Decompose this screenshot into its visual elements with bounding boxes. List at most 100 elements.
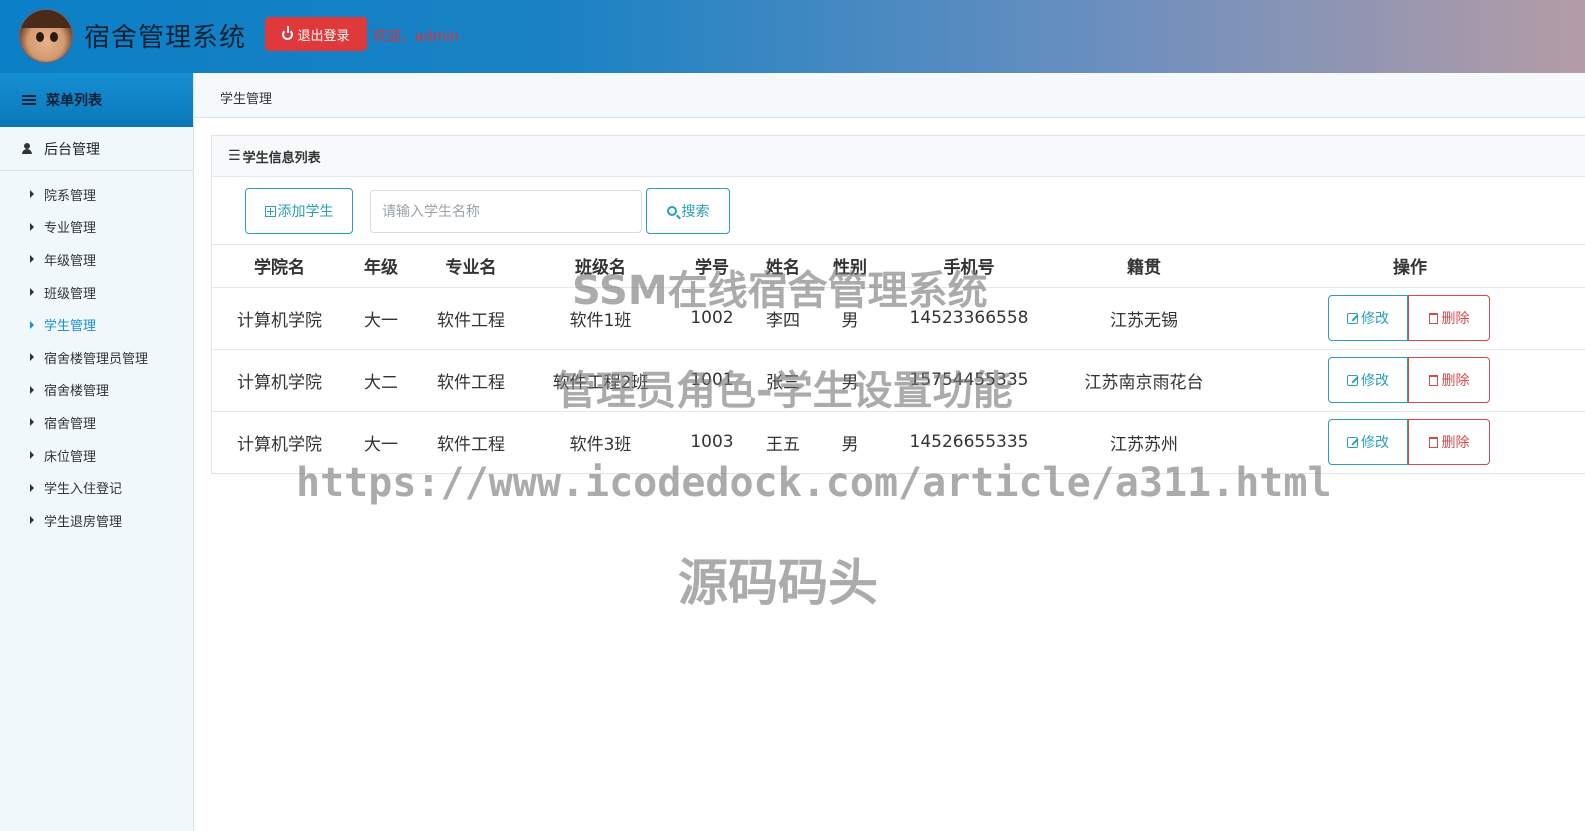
menu-list-title: 菜单列表 xyxy=(46,93,102,109)
table-cell: 男 xyxy=(816,349,884,412)
column-header: 手机号 xyxy=(884,245,1054,288)
sidebar-item-label: 学生入住登记 xyxy=(44,482,123,498)
sidebar-item-label: 宿舍楼管理员管理 xyxy=(44,351,149,367)
table-cell: 软件工程 xyxy=(415,349,527,412)
table-body: 计算机学院 大一 软件工程 软件1班 1002 李四男 14523366558 江苏无锡 修改删… xyxy=(212,287,1585,473)
table-cell: 江苏南京雨花台 xyxy=(1054,349,1234,412)
table-cell: 软件1班 xyxy=(527,287,674,350)
sidebar-item-label: 专业管理 xyxy=(44,221,97,237)
caret-right-icon xyxy=(30,190,34,199)
table-cell: 15754455335 xyxy=(884,349,1054,412)
edit-icon xyxy=(1347,374,1358,386)
sidebar-group-admin[interactable]: 后台管理 xyxy=(0,127,193,171)
table-row: 计算机学院 大二 软件工程 软件工程2班 1001 张三男 15754455335 江苏南京雨… xyxy=(212,349,1585,412)
top-header: 宿舍管理系统 退出登录 欢迎，admin xyxy=(0,0,1585,73)
trash-icon xyxy=(1428,312,1438,324)
caret-right-icon xyxy=(30,255,34,264)
column-header: 年级 xyxy=(347,245,415,288)
column-header: 姓名 xyxy=(750,245,816,288)
table-cell: 江苏无锡 xyxy=(1054,287,1234,350)
edit-button[interactable]: 修改 xyxy=(1328,357,1408,403)
table-row: 计算机学院 大一 软件工程 软件3班 1003 王五 男 14526655335 江苏苏州 修改 删… xyxy=(212,411,1585,473)
edit-label: 修改 xyxy=(1361,373,1389,389)
edit-icon xyxy=(1347,312,1358,324)
sidebar: 菜单列表 后台管理 院系管理 专业管理 年级管理 班级管理 学生管理 宿舍楼管理员管理 宿舍… xyxy=(0,73,194,831)
add-student-button[interactable]: 添加学生 xyxy=(245,188,353,234)
panel-header: ☰ 学生信息列表 xyxy=(212,136,1585,177)
table-cell: 张三 xyxy=(750,349,816,412)
sidebar-item[interactable]: 学生入住登记 xyxy=(0,471,193,504)
trash-icon xyxy=(1428,436,1438,448)
search-label: 搜索 xyxy=(681,204,710,220)
table-cell: 计算机学院 xyxy=(212,287,347,350)
sidebar-item[interactable]: 学生退房管理 xyxy=(0,504,193,537)
caret-right-icon xyxy=(30,222,34,231)
app-title: 宿舍管理系统 xyxy=(84,23,247,53)
delete-label: 删除 xyxy=(1441,435,1470,452)
breadcrumb-bar: 学生管理 xyxy=(194,73,1585,118)
column-header: 籍贯 xyxy=(1054,245,1234,288)
actions-cell: 修改 删除 xyxy=(1234,287,1585,350)
sidebar-item[interactable]: 床位管理 xyxy=(0,439,193,472)
table-row: 计算机学院 大一 软件工程 软件1班 1002 李四男 14523366558 江苏无锡 修改 删… xyxy=(212,287,1585,350)
logout-label: 退出登录 xyxy=(297,28,350,44)
sidebar-item[interactable]: 班级管理 xyxy=(0,276,193,309)
search-input[interactable] xyxy=(370,190,642,233)
table-cell: 大一 xyxy=(347,287,415,350)
sidebar-item-label: 宿舍管理 xyxy=(44,416,97,432)
caret-right-icon xyxy=(30,483,34,492)
search-icon xyxy=(666,206,677,216)
logout-button[interactable]: 退出登录 xyxy=(265,17,367,51)
actions-cell: 修改 删除 xyxy=(1234,411,1585,473)
table-cell: 软件工程 xyxy=(415,287,527,350)
sidebar-item-label: 院系管理 xyxy=(44,188,97,204)
caret-right-icon xyxy=(30,451,34,460)
caret-right-icon xyxy=(30,385,34,394)
table-cell: 计算机学院 xyxy=(212,349,347,412)
welcome-text: 欢迎，admin xyxy=(373,29,459,45)
caret-right-icon xyxy=(30,288,34,297)
sidebar-item[interactable]: 学生管理 xyxy=(0,308,193,341)
sidebar-item[interactable]: 宿舍管理 xyxy=(0,406,193,439)
edit-label: 修改 xyxy=(1361,311,1389,327)
student-table: 学院名 年级 专业名 班级名 学号 姓名 性别 手机号 籍贯 操作 计算机学院 大一 软件工程 软件1班… xyxy=(212,245,1585,473)
sidebar-nav: 院系管理专业管理年级管理班级管理 学生管理宿舍楼管理员管理宿舍楼管理宿舍管理床位管… xyxy=(0,171,193,537)
sidebar-item-label: 年级管理 xyxy=(44,253,97,269)
delete-button[interactable]: 删除 xyxy=(1408,419,1490,466)
table-cell: 江苏苏州 xyxy=(1110,434,1178,455)
table-cell: 王五 xyxy=(766,434,800,455)
toolbar: 添加学生 搜索 xyxy=(212,177,1585,245)
caret-right-icon xyxy=(30,418,34,427)
delete-label: 删除 xyxy=(1441,373,1470,389)
column-header: 班级名 xyxy=(527,245,674,288)
delete-button[interactable]: 删除 xyxy=(1408,357,1490,403)
table-cell: 1001 xyxy=(674,349,750,412)
user-icon xyxy=(22,143,32,154)
watermark-line-4: 源码码头 xyxy=(678,554,878,612)
table-cell: 大一 xyxy=(364,434,398,455)
sidebar-group-label: 后台管理 xyxy=(44,141,100,158)
table-cell: 1002 xyxy=(674,287,750,350)
delete-button[interactable]: 删除 xyxy=(1408,295,1490,341)
edit-button[interactable]: 修改 xyxy=(1328,419,1408,466)
sidebar-item[interactable]: 宿舍楼管理 xyxy=(0,374,193,407)
edit-icon xyxy=(1347,436,1358,448)
plus-square-icon xyxy=(264,205,276,217)
column-header: 学院名 xyxy=(212,245,347,288)
edit-label: 修改 xyxy=(1361,435,1389,452)
table-cell: 14526655335 xyxy=(909,432,1029,453)
table-cell: 男 xyxy=(841,434,859,455)
sidebar-item[interactable]: 年级管理 xyxy=(0,243,193,276)
power-icon xyxy=(282,25,294,40)
sidebar-item[interactable]: 专业管理 xyxy=(0,211,193,244)
sidebar-item[interactable]: 宿舍楼管理员管理 xyxy=(0,341,193,374)
sidebar-item[interactable]: 院系管理 xyxy=(0,178,193,211)
table-header-row: 学院名 年级 专业名 班级名 学号 姓名 性别 手机号 籍贯 操作 xyxy=(212,245,1585,288)
table-cell: 1003 xyxy=(690,432,734,453)
actions-cell: 修改 删除 xyxy=(1234,349,1585,412)
search-button[interactable]: 搜索 xyxy=(646,188,730,234)
table-cell: 男 xyxy=(816,287,884,350)
add-student-label: 添加学生 xyxy=(277,204,334,220)
edit-button[interactable]: 修改 xyxy=(1328,295,1408,341)
caret-right-icon xyxy=(30,353,34,362)
